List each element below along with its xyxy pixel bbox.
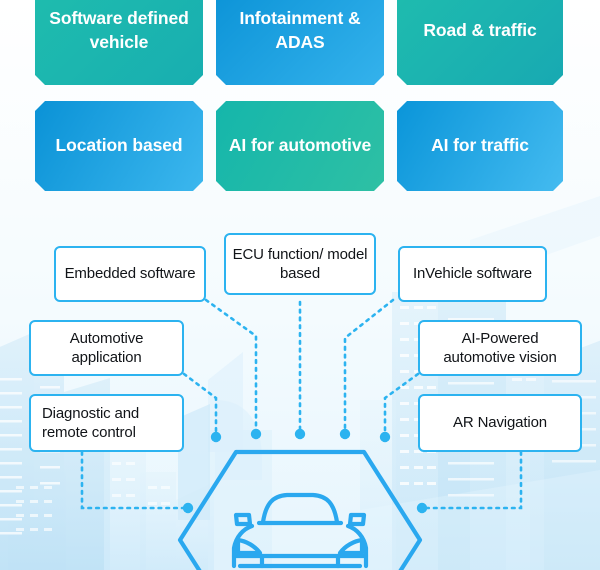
node-label: Embedded software	[64, 265, 196, 283]
competence-node-group: Embedded software ECU function/ model ba…	[0, 0, 600, 570]
node-label: AI-Powered automotive vision	[443, 329, 557, 367]
node-ecu-function-model-based[interactable]: ECU function/ model based	[224, 233, 376, 295]
infographic-canvas: Software defined vehicle Infotainment & …	[0, 0, 600, 570]
node-label: AR Navigation	[453, 414, 547, 432]
node-label: InVehicle software	[412, 265, 533, 283]
node-ai-powered-automotive-vision[interactable]: AI-Powered automotive vision	[418, 320, 582, 376]
node-diagnostic-and-remote-control[interactable]: Diagnostic and remote control	[29, 394, 184, 452]
node-label: Automotive application	[69, 329, 144, 367]
node-label: ECU function/ model based	[232, 245, 368, 283]
node-ar-navigation[interactable]: AR Navigation	[418, 394, 582, 452]
node-embedded-software[interactable]: Embedded software	[54, 246, 206, 302]
node-automotive-application[interactable]: Automotive application	[29, 320, 184, 376]
node-label: Diagnostic and remote control	[42, 404, 140, 442]
node-invehicle-software[interactable]: InVehicle software	[398, 246, 547, 302]
